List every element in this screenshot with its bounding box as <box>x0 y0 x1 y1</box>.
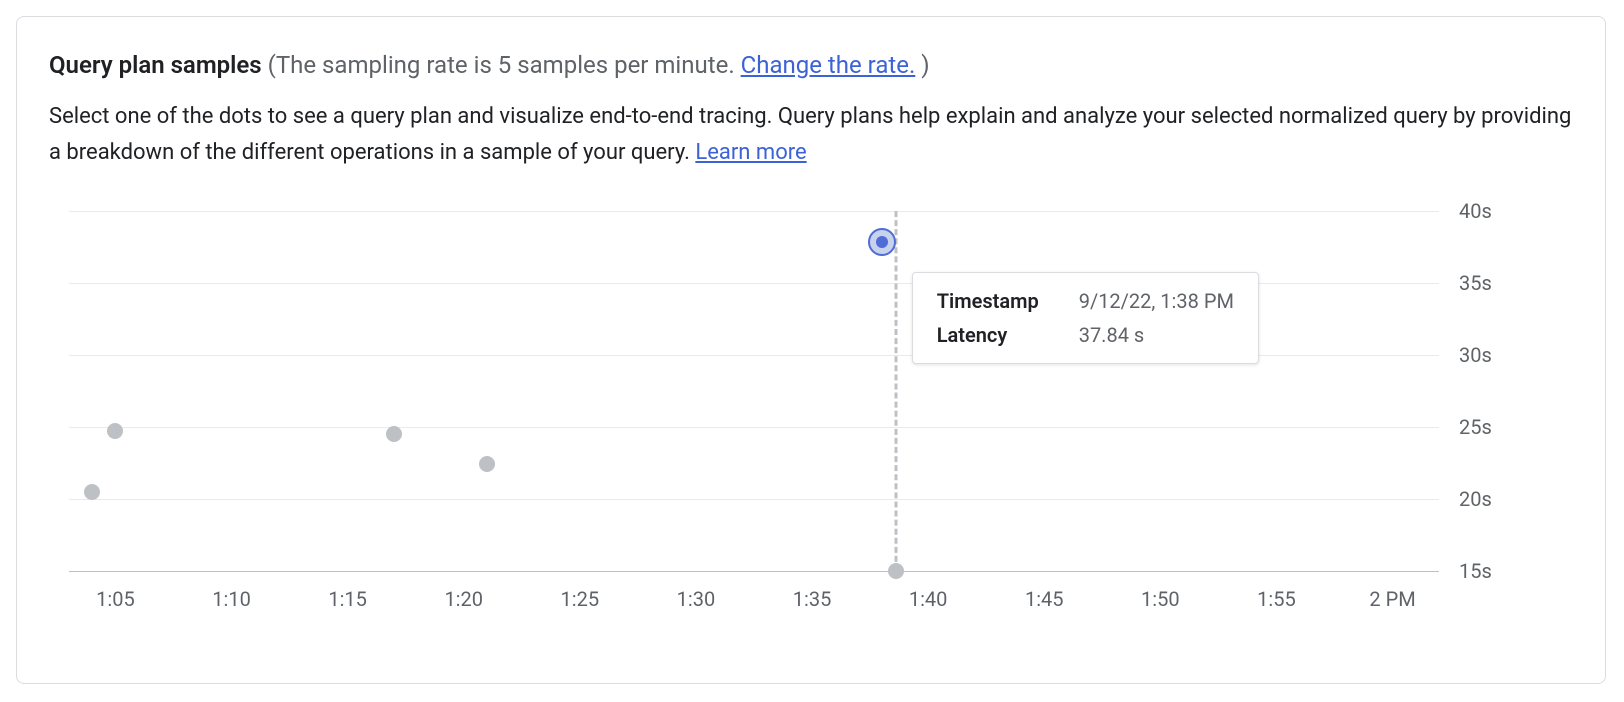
tooltip-latency-value: 37.84 s <box>1079 323 1234 347</box>
chart-gridline <box>69 211 1439 212</box>
chart-x-tick: 1:35 <box>793 587 832 611</box>
chart-x-tick: 2 PM <box>1369 587 1415 611</box>
chart-y-tick: 15s <box>1459 559 1492 583</box>
chart-x-axis-line <box>69 571 1439 572</box>
section-description: Select one of the dots to see a query pl… <box>49 99 1573 171</box>
chart-gridline <box>69 499 1439 500</box>
tooltip-timestamp-value: 9/12/22, 1:38 PM <box>1079 289 1234 313</box>
latency-scatter-chart[interactable]: Timestamp 9/12/22, 1:38 PM Latency 37.84… <box>49 211 1573 631</box>
chart-point[interactable] <box>386 426 402 442</box>
chart-x-tick: 1:50 <box>1141 587 1180 611</box>
chart-point[interactable] <box>479 456 495 472</box>
chart-y-tick: 30s <box>1459 343 1492 367</box>
chart-x-tick: 1:05 <box>96 587 135 611</box>
chart-x-tick: 1:30 <box>677 587 716 611</box>
chart-y-tick: 20s <box>1459 487 1492 511</box>
chart-crosshair-cap-icon <box>888 563 904 579</box>
chart-plot-area[interactable] <box>69 211 1439 571</box>
chart-y-tick: 35s <box>1459 271 1492 295</box>
header-line: Query plan samples (The sampling rate is… <box>49 49 1573 81</box>
tooltip-timestamp-label: Timestamp <box>937 289 1039 313</box>
chart-x-tick: 1:15 <box>328 587 367 611</box>
subtitle-suffix: ) <box>915 51 929 79</box>
chart-gridline <box>69 427 1439 428</box>
chart-point[interactable] <box>84 484 100 500</box>
query-plan-card: Query plan samples (The sampling rate is… <box>16 16 1606 684</box>
tooltip-latency-label: Latency <box>937 323 1039 347</box>
chart-x-tick: 1:25 <box>561 587 600 611</box>
chart-x-tick: 1:45 <box>1025 587 1064 611</box>
sampling-rate-text: (The sampling rate is 5 samples per minu… <box>268 51 741 79</box>
chart-x-tick: 1:55 <box>1257 587 1296 611</box>
change-rate-link[interactable]: Change the rate. <box>741 51 916 79</box>
chart-x-tick: 1:20 <box>444 587 483 611</box>
chart-crosshair <box>894 211 897 571</box>
learn-more-link[interactable]: Learn more <box>695 140 806 165</box>
section-title: Query plan samples <box>49 51 262 79</box>
chart-point-selected[interactable] <box>868 228 896 256</box>
chart-y-tick: 25s <box>1459 415 1492 439</box>
chart-tooltip: Timestamp 9/12/22, 1:38 PM Latency 37.84… <box>912 272 1259 364</box>
chart-x-tick: 1:10 <box>212 587 251 611</box>
chart-point[interactable] <box>107 423 123 439</box>
description-text: Select one of the dots to see a query pl… <box>49 104 1571 165</box>
chart-x-tick: 1:40 <box>909 587 948 611</box>
chart-y-tick: 40s <box>1459 199 1492 223</box>
